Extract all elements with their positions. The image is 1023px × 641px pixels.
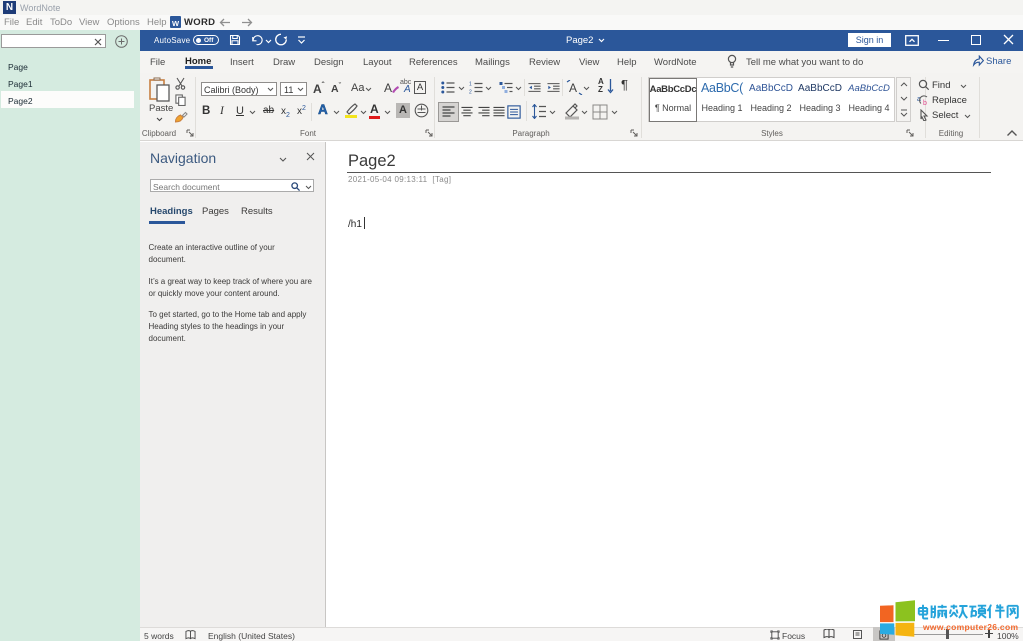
svg-text:2: 2 [469, 90, 472, 95]
svg-text:b: b [923, 100, 927, 106]
svg-text:1: 1 [469, 82, 472, 88]
svg-text:A: A [569, 81, 577, 95]
